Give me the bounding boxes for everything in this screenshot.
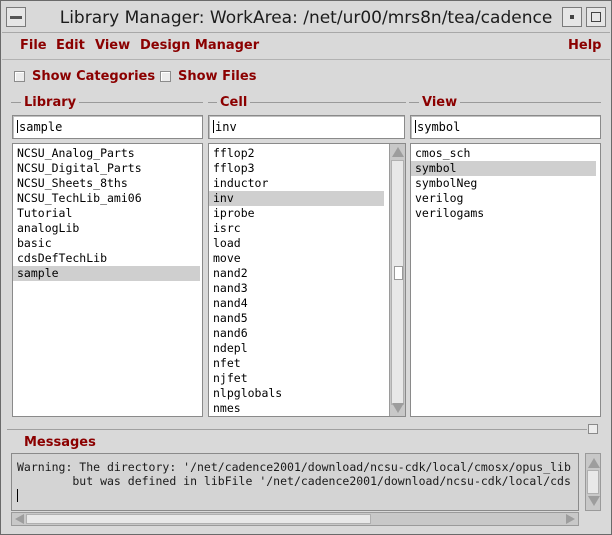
menu-view[interactable]: View — [95, 38, 130, 53]
library-manager-window: Library Manager: WorkArea: /net/ur00/mrs… — [0, 0, 612, 535]
cell-item[interactable]: load — [209, 236, 388, 251]
menu-edit[interactable]: Edit — [56, 38, 85, 53]
scrollbar-thumb[interactable] — [391, 160, 404, 405]
scrollbar-corner — [585, 512, 601, 526]
cell-item[interactable]: ndepl — [209, 341, 388, 356]
scroll-down-arrow-icon[interactable] — [392, 403, 404, 413]
cell-item[interactable]: nmes — [209, 401, 388, 416]
cell-input[interactable]: inv — [208, 115, 405, 139]
scroll-right-arrow-icon[interactable] — [566, 514, 575, 524]
cell-label: Cell — [217, 95, 251, 110]
library-item[interactable]: cdsDefTechLib — [13, 251, 202, 266]
library-input[interactable]: sample — [12, 115, 203, 139]
menu-bar: File Edit View Design Manager Help — [2, 33, 610, 60]
library-item[interactable]: analogLib — [13, 221, 202, 236]
minimize-icon — [570, 15, 574, 19]
view-item[interactable]: verilog — [411, 191, 600, 206]
show-files-option[interactable]: Show Files — [160, 69, 256, 85]
cell-item[interactable]: fflop3 — [209, 161, 388, 176]
cell-list[interactable]: fflop2 fflop3 inductor inv iprobe isrc l… — [208, 143, 406, 417]
messages-text-area[interactable]: Warning: The directory: '/net/cadence200… — [11, 453, 579, 511]
maximize-button[interactable] — [586, 7, 606, 27]
menu-file-label: File — [20, 38, 47, 53]
menu-design-manager-label: Design Manager — [140, 38, 260, 53]
text-caret — [415, 120, 416, 133]
view-item[interactable]: verilogams — [411, 206, 600, 221]
view-item-selected[interactable]: symbol — [411, 161, 596, 176]
cell-item[interactable]: nfet — [209, 356, 388, 371]
cell-item[interactable]: nand2 — [209, 266, 388, 281]
minimize-button[interactable] — [562, 7, 582, 27]
library-label: Library — [21, 95, 80, 110]
cell-item[interactable]: isrc — [209, 221, 388, 236]
cell-item[interactable]: nand3 — [209, 281, 388, 296]
title-bar[interactable]: Library Manager: WorkArea: /net/ur00/mrs… — [2, 2, 610, 33]
menu-help-label: Help — [568, 38, 602, 53]
maximize-icon — [591, 12, 601, 22]
library-item[interactable]: NCSU_Digital_Parts — [13, 161, 202, 176]
show-categories-option[interactable]: Show Categories — [14, 69, 155, 85]
cell-list-scrollbar[interactable] — [389, 144, 405, 416]
scrollbar-thumb[interactable] — [26, 514, 371, 524]
cell-item-selected[interactable]: inv — [209, 191, 384, 206]
menu-design-manager[interactable]: Design Manager — [140, 38, 259, 53]
text-caret — [17, 120, 18, 133]
show-files-checkbox[interactable] — [160, 71, 171, 82]
library-item[interactable]: NCSU_Sheets_8ths — [13, 176, 202, 191]
menu-help[interactable]: Help — [568, 38, 601, 53]
scroll-down-arrow-icon[interactable] — [588, 496, 600, 506]
scrollbar-thumb[interactable] — [587, 470, 599, 494]
cell-item[interactable]: inductor — [209, 176, 388, 191]
pane-sash-handle[interactable] — [588, 424, 598, 434]
pane-separator — [7, 429, 587, 430]
library-item[interactable]: NCSU_TechLib_ami06 — [13, 191, 202, 206]
message-line: Warning: The directory: '/net/cadence200… — [17, 460, 571, 474]
cell-item[interactable]: iprobe — [209, 206, 388, 221]
view-input-value: symbol — [417, 120, 461, 134]
view-item[interactable]: cmos_sch — [411, 146, 600, 161]
cell-item[interactable]: nand4 — [209, 296, 388, 311]
text-caret — [213, 120, 214, 133]
library-item[interactable]: NCSU_Analog_Parts — [13, 146, 202, 161]
scroll-left-arrow-icon[interactable] — [15, 514, 24, 524]
view-label: View — [419, 95, 461, 110]
view-input[interactable]: symbol — [410, 115, 601, 139]
cell-item[interactable]: nand6 — [209, 326, 388, 341]
library-input-value: sample — [19, 120, 63, 134]
messages-vertical-scrollbar[interactable] — [585, 453, 601, 511]
cell-item[interactable]: nand5 — [209, 311, 388, 326]
cell-item[interactable]: nlpglobals — [209, 386, 388, 401]
view-item[interactable]: symbolNeg — [411, 176, 600, 191]
show-files-label: Show Files — [178, 69, 257, 84]
scroll-up-arrow-icon[interactable] — [588, 458, 600, 468]
show-categories-label: Show Categories — [32, 69, 156, 84]
cell-item[interactable]: fflop2 — [209, 146, 388, 161]
library-item[interactable]: Tutorial — [13, 206, 202, 221]
cell-item[interactable]: njfet — [209, 371, 388, 386]
menu-view-label: View — [95, 38, 131, 53]
cell-item[interactable]: move — [209, 251, 388, 266]
library-item-selected[interactable]: sample — [13, 266, 200, 281]
message-line: but was defined in libFile '/net/cadence… — [17, 474, 571, 488]
menu-file[interactable]: File — [20, 38, 47, 53]
scroll-up-arrow-icon[interactable] — [392, 147, 404, 157]
window-title: Library Manager: WorkArea: /net/ur00/mrs… — [59, 8, 553, 28]
text-caret — [17, 489, 18, 502]
library-list[interactable]: NCSU_Analog_Parts NCSU_Digital_Parts NCS… — [12, 143, 203, 417]
library-item[interactable]: basic — [13, 236, 202, 251]
view-list[interactable]: cmos_sch symbol symbolNeg verilog verilo… — [410, 143, 601, 417]
messages-label: Messages — [21, 435, 99, 450]
messages-horizontal-scrollbar[interactable] — [11, 512, 579, 526]
menu-edit-label: Edit — [56, 38, 85, 53]
show-categories-checkbox[interactable] — [14, 71, 25, 82]
scrollbar-grip[interactable] — [394, 266, 403, 280]
cell-input-value: inv — [215, 120, 237, 134]
